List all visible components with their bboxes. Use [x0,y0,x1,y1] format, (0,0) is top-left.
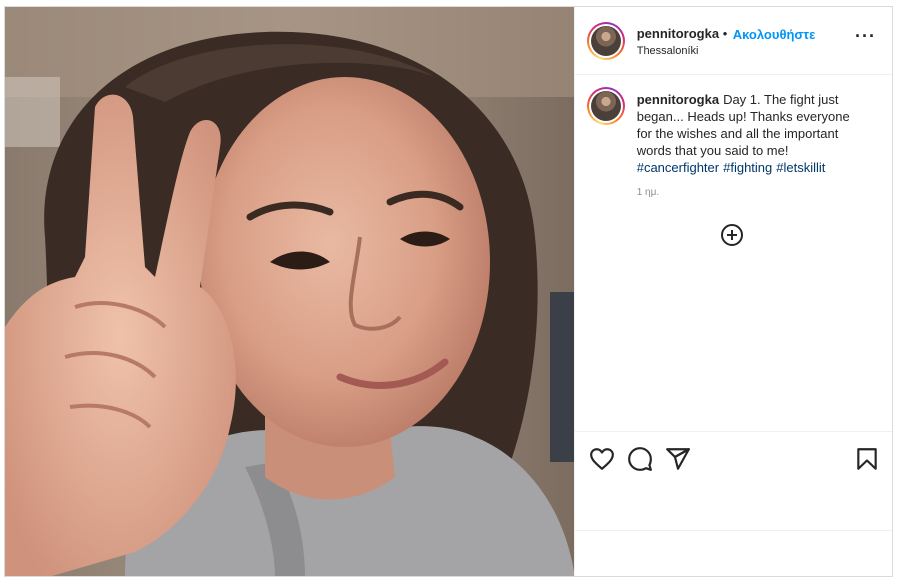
post-side-panel: pennitorogka • Ακολουθήστε Thessaloníki … [573,7,892,576]
hashtag-link[interactable]: #cancerfighter [637,160,719,175]
avatar[interactable] [586,22,625,60]
hashtag-link[interactable]: #fighting [723,160,772,175]
post-time[interactable]: 1 ημ. [637,187,659,198]
more-options-icon[interactable]: ··· [855,27,876,45]
paper-plane-icon[interactable] [665,446,691,472]
separator-dot: • [722,26,728,41]
caption-username[interactable]: pennitorogka [637,92,719,107]
post-photo[interactable] [5,7,574,576]
instagram-post: pennitorogka • Ακολουθήστε Thessaloníki … [4,6,893,577]
caption-block: pennitorogka Day 1. The fight just began.… [575,75,892,225]
plus-circle-icon[interactable] [720,223,744,247]
caption-text: pennitorogka Day 1. The fight just began.… [637,91,867,176]
location-link[interactable]: Thessaloníki [637,45,699,57]
heart-icon[interactable] [589,446,615,472]
post-header: pennitorogka • Ακολουθήστε Thessaloníki … [574,7,892,75]
hashtag-link[interactable]: #letskillit [776,160,825,175]
follow-button[interactable]: Ακολουθήστε [733,27,816,42]
hashtag-list: #cancerfighter #fighting #letskillit [637,159,867,176]
comment-icon[interactable] [627,446,653,472]
caption-avatar[interactable] [586,87,625,125]
bookmark-icon[interactable] [854,446,880,472]
selfie-photo-illustration [5,7,574,576]
action-bar [574,431,892,531]
username-link[interactable]: pennitorogka [637,26,719,41]
